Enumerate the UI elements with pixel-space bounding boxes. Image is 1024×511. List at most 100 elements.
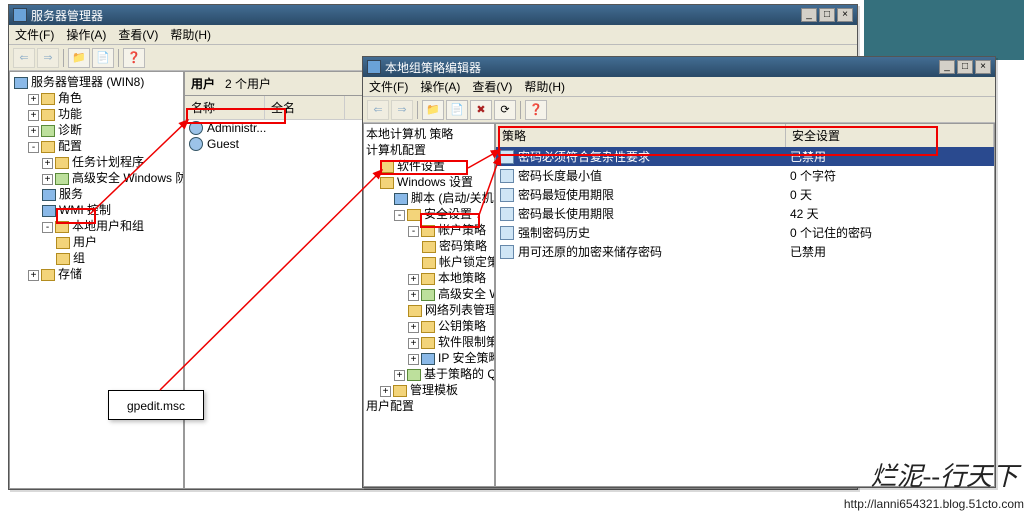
tree-pwd[interactable]: 密码策略 xyxy=(439,239,487,253)
policies-list[interactable]: 密码必须符合复杂性要求已禁用 密码长度最小值0 个字符 密码最短使用期限0 天 … xyxy=(496,147,994,486)
policy-row[interactable]: 密码必须符合复杂性要求已禁用 xyxy=(496,147,994,166)
tree-sw[interactable]: 软件设置 xyxy=(397,159,445,173)
tree-comp[interactable]: 计算机配置 xyxy=(366,143,426,157)
tree-advfw[interactable]: 高级安全 Windows 防火 xyxy=(72,171,184,185)
ipsec-icon xyxy=(421,353,435,365)
forward-button[interactable] xyxy=(37,48,59,68)
tree-services[interactable]: 服务 xyxy=(59,187,83,201)
menu-action[interactable]: 操作(A) xyxy=(420,78,460,95)
tree-storage[interactable]: 存储 xyxy=(58,267,82,281)
menu-help[interactable]: 帮助(H) xyxy=(170,26,211,43)
menu-help[interactable]: 帮助(H) xyxy=(524,78,565,95)
properties-button[interactable] xyxy=(92,48,114,68)
policy-row[interactable]: 密码最长使用期限42 天 xyxy=(496,204,994,223)
expand-icon[interactable]: + xyxy=(408,354,419,365)
delete-button[interactable] xyxy=(470,100,492,120)
menu-view[interactable]: 查看(V) xyxy=(118,26,158,43)
tree-acct[interactable]: 帐户策略 xyxy=(438,223,486,237)
expand-icon[interactable]: + xyxy=(380,386,391,397)
server-icon xyxy=(14,77,28,89)
titlebar[interactable]: 本地组策略编辑器 _ □ × xyxy=(363,57,995,77)
user-icon xyxy=(189,121,203,135)
help-button[interactable] xyxy=(123,48,145,68)
expand-icon[interactable]: + xyxy=(28,110,39,121)
policy-name: 密码长度最小值 xyxy=(518,167,602,184)
script-icon xyxy=(394,193,408,205)
col-policy[interactable]: 策略 xyxy=(496,124,786,147)
expand-icon[interactable]: + xyxy=(42,174,53,185)
policy-icon xyxy=(500,245,514,259)
back-button[interactable] xyxy=(367,100,389,120)
expand-icon[interactable]: + xyxy=(408,274,419,285)
folder-icon xyxy=(380,161,394,173)
tree-sec[interactable]: 安全设置 xyxy=(424,207,472,221)
collapse-icon[interactable]: - xyxy=(42,222,53,233)
properties-button[interactable] xyxy=(446,100,468,120)
menu-file[interactable]: 文件(F) xyxy=(369,78,408,95)
menubar: 文件(F) 操作(A) 查看(V) 帮助(H) xyxy=(9,25,857,45)
tree-root[interactable]: 服务器管理器 (WIN8) xyxy=(31,75,144,89)
tree-config[interactable]: 配置 xyxy=(58,139,82,153)
expand-icon[interactable]: + xyxy=(408,290,419,301)
nav-tree[interactable]: 服务器管理器 (WIN8) + 角色 + 功能 + 诊断 - 配置 + 任务计划程序 + 高… xyxy=(9,71,184,489)
policy-row[interactable]: 密码长度最小值0 个字符 xyxy=(496,166,994,185)
tree-advfw2[interactable]: 高级安全 Windows xyxy=(438,287,495,301)
tree-wmi[interactable]: WMI 控制 xyxy=(59,203,111,217)
tree-userconf[interactable]: 用户配置 xyxy=(366,399,414,413)
col-name[interactable]: 名称 xyxy=(185,96,265,119)
policy-row[interactable]: 强制密码历史0 个记住的密码 xyxy=(496,223,994,242)
expand-icon[interactable]: + xyxy=(394,370,405,381)
gpedit-tree[interactable]: 本地计算机 策略 计算机配置 软件设置 Windows 设置 脚本 (启动/关机… xyxy=(363,123,495,487)
collapse-icon[interactable]: - xyxy=(28,142,39,153)
expand-icon[interactable]: + xyxy=(408,322,419,333)
policy-row[interactable]: 用可还原的加密来储存密码已禁用 xyxy=(496,242,994,261)
close-button[interactable]: × xyxy=(837,8,853,22)
tree-users[interactable]: 用户 xyxy=(73,235,97,249)
maximize-button[interactable]: □ xyxy=(819,8,835,22)
up-button[interactable] xyxy=(422,100,444,120)
minimize-button[interactable]: _ xyxy=(801,8,817,22)
tree-pubkey[interactable]: 公钥策略 xyxy=(438,319,486,333)
menu-action[interactable]: 操作(A) xyxy=(66,26,106,43)
expand-icon[interactable]: + xyxy=(28,126,39,137)
expand-icon[interactable]: + xyxy=(28,270,39,281)
expand-icon[interactable]: + xyxy=(28,94,39,105)
folder-icon xyxy=(421,225,435,237)
tree-netlist[interactable]: 网络列表管理器策 xyxy=(425,303,495,317)
tree-local[interactable]: 本地策略 xyxy=(438,271,486,285)
folder-icon xyxy=(41,109,55,121)
tree-groups[interactable]: 组 xyxy=(73,251,85,265)
help-button[interactable] xyxy=(525,100,547,120)
menu-file[interactable]: 文件(F) xyxy=(15,26,54,43)
collapse-icon[interactable]: - xyxy=(394,210,405,221)
policy-row[interactable]: 密码最短使用期限0 天 xyxy=(496,185,994,204)
back-button[interactable] xyxy=(13,48,35,68)
tree-swrestrict[interactable]: 软件限制策略 xyxy=(438,335,495,349)
expand-icon[interactable]: + xyxy=(42,158,53,169)
minimize-button[interactable]: _ xyxy=(939,60,955,74)
maximize-button[interactable]: □ xyxy=(957,60,973,74)
tree-scripts[interactable]: 脚本 (启动/关机) xyxy=(411,191,495,205)
tree-roles[interactable]: 角色 xyxy=(58,91,82,105)
expand-icon[interactable]: + xyxy=(408,338,419,349)
tree-winset[interactable]: Windows 设置 xyxy=(397,175,473,189)
refresh-button[interactable] xyxy=(494,100,516,120)
tree-features[interactable]: 功能 xyxy=(58,107,82,121)
col-setting[interactable]: 安全设置 xyxy=(786,124,994,147)
tree-lockout[interactable]: 帐户锁定策略 xyxy=(439,255,495,269)
tree-qos[interactable]: 基于策略的 QoS xyxy=(424,367,495,381)
tree-root[interactable]: 本地计算机 策略 xyxy=(366,127,453,141)
folder-icon xyxy=(41,93,55,105)
titlebar[interactable]: 服务器管理器 _ □ × xyxy=(9,5,857,25)
col-fullname[interactable]: 全名 xyxy=(265,96,345,119)
tree-diag[interactable]: 诊断 xyxy=(58,123,82,137)
forward-button[interactable] xyxy=(391,100,413,120)
tree-tasksched[interactable]: 任务计划程序 xyxy=(72,155,144,169)
collapse-icon[interactable]: - xyxy=(408,226,419,237)
menu-view[interactable]: 查看(V) xyxy=(472,78,512,95)
tree-ipsec[interactable]: IP 安全策略，在 xyxy=(438,351,495,365)
close-button[interactable]: × xyxy=(975,60,991,74)
up-button[interactable] xyxy=(68,48,90,68)
tree-admtmpl[interactable]: 管理模板 xyxy=(410,383,458,397)
tree-localusers[interactable]: 本地用户和组 xyxy=(72,219,144,233)
